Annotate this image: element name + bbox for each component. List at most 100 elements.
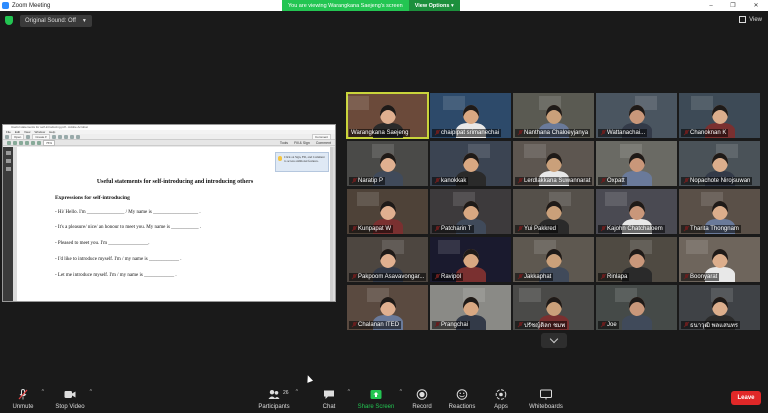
participant-face: [712, 105, 728, 124]
apps-button[interactable]: Apps: [490, 382, 512, 413]
view-options-button[interactable]: View Options ▾: [408, 0, 460, 11]
view-button[interactable]: View: [739, 16, 762, 23]
participant-video-tile[interactable]: Rinlapa: [596, 237, 677, 282]
close-button[interactable]: ✕: [745, 0, 767, 11]
participant-video-tile[interactable]: Kajohn Chatchaloem: [596, 189, 677, 234]
original-sound-button[interactable]: Original Sound: Off ▼: [20, 15, 92, 27]
participant-video-tile[interactable]: Chanoknan K: [679, 93, 760, 138]
pdf-line: - Pleased to meet you. I'm _____________…: [55, 241, 150, 246]
pdf-attachment-icon: [5, 159, 11, 163]
view-label: View: [749, 16, 762, 23]
unmute-options-caret[interactable]: ^: [42, 389, 44, 395]
participant-video-tile[interactable]: Warangkana Saejeng: [346, 92, 429, 139]
participant-face: [380, 201, 396, 220]
participants-options-caret[interactable]: ^: [296, 389, 298, 395]
participant-video-tile[interactable]: Yui Pakkred: [513, 189, 594, 234]
participants-button[interactable]: 26 ^ Participants: [256, 382, 298, 413]
pdf-forward-icon: [13, 140, 17, 145]
participant-name: Yui Pakkred: [515, 225, 559, 233]
minimize-button[interactable]: –: [700, 0, 722, 11]
participant-face: [629, 201, 645, 220]
share-options-caret[interactable]: ^: [400, 389, 402, 395]
participant-name: Oxpatt: [598, 177, 627, 185]
reactions-button[interactable]: Reactions: [447, 382, 477, 413]
participant-face: [463, 105, 479, 124]
participant-face: [380, 249, 396, 268]
microphone-muted-icon: [18, 389, 28, 400]
pdf-settings-icon: [69, 134, 74, 139]
unmute-button[interactable]: ^ Unmute: [10, 382, 44, 413]
participant-video-tile[interactable]: Pakpoom Asavavongar...: [347, 237, 428, 282]
participant-video-tile[interactable]: ปรัชญ์ดิลก ชมพ: [513, 285, 594, 330]
participant-name: Prangchai: [432, 321, 471, 329]
video-background: [605, 192, 627, 206]
maximize-button[interactable]: ❐: [722, 0, 744, 11]
record-button[interactable]: Record: [408, 382, 436, 413]
participant-face: [629, 153, 645, 172]
participant-video-tile[interactable]: Kunpapat W: [347, 189, 428, 234]
participant-face: [463, 201, 479, 220]
participant-name: Joe: [598, 321, 619, 329]
pdf-tip-box: Click on Sign, Fill, and Comment to acce…: [275, 152, 329, 172]
participant-video-tile[interactable]: Joe: [596, 285, 677, 330]
participant-video-tile[interactable]: Naratip P: [347, 141, 428, 186]
stop-video-label: Stop Video: [55, 404, 85, 410]
participant-face: [463, 153, 479, 172]
unmute-label: Unmute: [12, 404, 34, 410]
pdf-print-icon: [57, 134, 62, 139]
share-screen-button[interactable]: ^ Share Screen: [356, 382, 402, 413]
participant-name: Kajohn Chatchaloem: [598, 225, 665, 233]
participant-video-tile[interactable]: Tharita Thongnam: [679, 189, 760, 234]
participant-video-tile[interactable]: kanokkak: [430, 141, 511, 186]
pdf-menu-help: Help: [49, 130, 56, 134]
smiley-face-icon: [456, 389, 468, 400]
viewing-screen-message: You are viewing Warangkana Saejeng's scr…: [282, 0, 409, 11]
chat-button[interactable]: ^ Chat: [318, 382, 350, 413]
participant-video-tile[interactable]: Patcharin T: [430, 189, 511, 234]
participant-video-tile[interactable]: Nanthana Chaloeyjanya: [513, 93, 594, 138]
participant-name: Lerdlakkana Suwannarat: [515, 177, 593, 185]
video-background: [357, 192, 379, 206]
participant-face: [380, 153, 396, 172]
stop-video-button[interactable]: ^ Stop Video: [52, 382, 92, 413]
pdf-save-icon: [51, 134, 56, 139]
chat-options-caret[interactable]: ^: [348, 389, 350, 395]
participant-name: Wattanachai...: [598, 129, 648, 137]
participant-name: Naratip P: [349, 177, 386, 185]
participant-video-tile[interactable]: ธนาวุฒิ พลแสนทร: [679, 285, 760, 330]
participant-face: [629, 297, 645, 316]
participant-video-tile[interactable]: Lerdlakkana Suwannarat: [513, 141, 594, 186]
participant-name: Patcharin T: [432, 225, 474, 233]
leave-button[interactable]: Leave: [731, 391, 761, 405]
pdf-nav-toolbar: 76% Tools Fill & Sign Comment: [3, 139, 335, 146]
participant-name: ปรัชญ์ดิลก ชมพ: [515, 321, 568, 329]
chat-bubble-icon: [324, 390, 334, 399]
original-sound-label: Original Sound: Off: [25, 18, 76, 24]
participant-face: [712, 201, 728, 220]
participant-video-tile[interactable]: Wattanachai...: [596, 93, 677, 138]
participant-name: Nopachote Nirojsuwan: [681, 177, 753, 185]
pdf-fill-sign-tab: Fill & Sign: [294, 140, 310, 145]
participant-video-tile[interactable]: Nopachote Nirojsuwan: [679, 141, 760, 186]
participant-body: [622, 315, 652, 330]
share-screen-icon: [370, 390, 382, 399]
participant-face: [380, 297, 396, 316]
pdf-comment-icon: [75, 134, 80, 139]
participant-video-tile[interactable]: Boonyarat: [679, 237, 760, 282]
gallery-scroll-down-button[interactable]: [541, 333, 567, 348]
pdf-comment-button: Comment: [311, 133, 331, 140]
share-screen-label: Share Screen: [357, 404, 395, 410]
participant-video-tile[interactable]: Chalanan ITED: [347, 285, 428, 330]
video-options-caret[interactable]: ^: [90, 389, 92, 395]
whiteboards-button[interactable]: Whiteboards: [528, 382, 564, 413]
participant-video-tile[interactable]: Jakkaphat: [513, 237, 594, 282]
participant-video-tile[interactable]: Prangchai: [430, 285, 511, 330]
pdf-hand-icon: [25, 140, 29, 145]
apps-label: Apps: [494, 404, 508, 410]
participant-face: [380, 105, 396, 124]
participant-video-tile[interactable]: chaipipat srimanechai: [430, 93, 511, 138]
security-shield-icon[interactable]: [5, 16, 13, 25]
participant-video-tile[interactable]: Oxpatt: [596, 141, 677, 186]
participant-name: Boonyarat: [681, 273, 720, 281]
participant-video-tile[interactable]: Ravipol: [430, 237, 511, 282]
